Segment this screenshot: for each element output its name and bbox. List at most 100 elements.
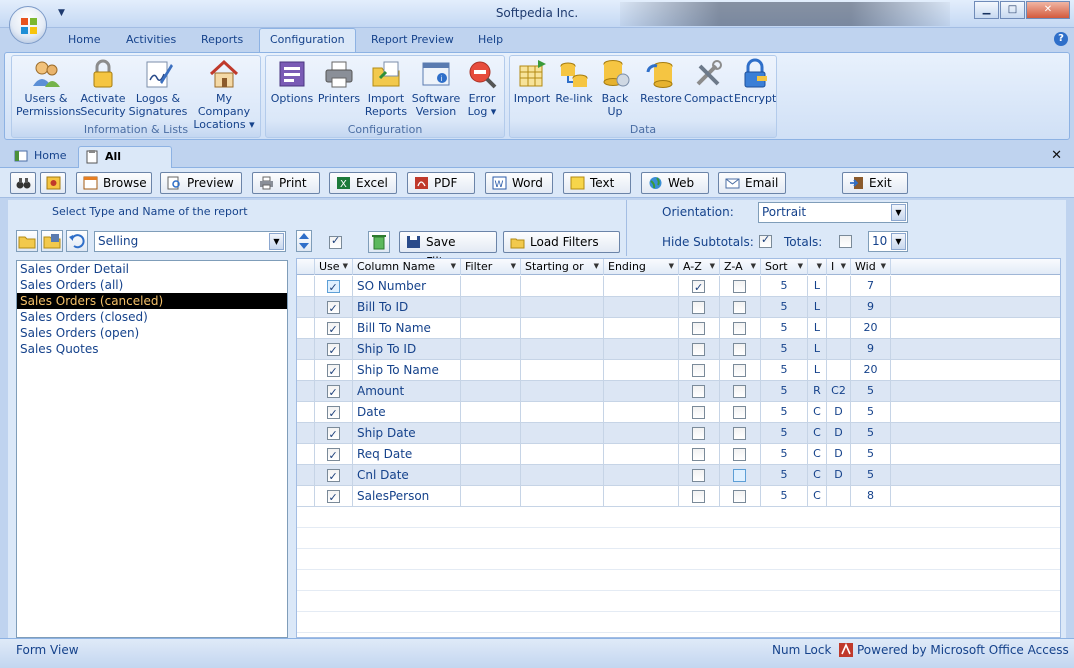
use-checkbox[interactable] bbox=[326, 488, 340, 506]
header-ending[interactable]: Ending ▼ bbox=[604, 259, 679, 275]
starting-cell[interactable] bbox=[521, 444, 604, 464]
header-align[interactable]: ▼ bbox=[808, 259, 827, 275]
clear-filters-button[interactable] bbox=[368, 231, 390, 253]
use-checkbox[interactable] bbox=[326, 467, 340, 485]
starting-cell[interactable] bbox=[521, 360, 604, 380]
use-cell[interactable] bbox=[315, 339, 353, 359]
starting-cell[interactable] bbox=[521, 423, 604, 443]
edit-folder-button[interactable] bbox=[41, 230, 63, 252]
za-cell[interactable] bbox=[720, 423, 761, 443]
za-cell[interactable] bbox=[720, 276, 761, 296]
find-button[interactable] bbox=[10, 172, 36, 194]
save-filters-button[interactable]: Save Filters bbox=[399, 231, 497, 269]
filter-cell[interactable] bbox=[461, 339, 521, 359]
ending-cell[interactable] bbox=[604, 486, 679, 506]
use-checkbox[interactable] bbox=[326, 425, 340, 443]
use-cell[interactable] bbox=[315, 360, 353, 380]
width-cell[interactable]: 5 bbox=[851, 444, 891, 464]
header-filter[interactable]: Filter ▼ bbox=[461, 259, 521, 275]
tab-help[interactable]: Help bbox=[478, 32, 503, 52]
format-cell[interactable] bbox=[827, 318, 851, 338]
align-cell[interactable]: C bbox=[808, 402, 827, 422]
tab-reports[interactable]: Reports bbox=[201, 32, 243, 52]
load-filters-button[interactable]: Load Filters bbox=[503, 231, 620, 253]
column-name-cell[interactable]: Cnl Date bbox=[353, 465, 461, 485]
activate-security-button[interactable]: Activate Security bbox=[78, 58, 128, 118]
table-row[interactable]: Bill To ID 5L 9 bbox=[297, 297, 1060, 318]
az-cell[interactable] bbox=[679, 318, 720, 338]
az-checkbox[interactable] bbox=[692, 385, 705, 398]
table-row[interactable]: SO Number 5L 7 bbox=[297, 276, 1060, 297]
sort-cell[interactable]: 5 bbox=[761, 297, 808, 317]
sort-cell[interactable]: 5 bbox=[761, 318, 808, 338]
tab-activities[interactable]: Activities bbox=[126, 32, 176, 52]
tab-report-preview[interactable]: Report Preview bbox=[371, 32, 454, 52]
close-document-icon[interactable]: ✕ bbox=[1051, 148, 1062, 163]
za-checkbox[interactable] bbox=[733, 343, 746, 356]
header-width[interactable]: Wid ▼ bbox=[851, 259, 891, 275]
doc-tab-all-reports[interactable]: All Reports bbox=[78, 146, 172, 183]
row-selector[interactable] bbox=[297, 339, 315, 359]
width-cell[interactable]: 20 bbox=[851, 318, 891, 338]
width-cell[interactable]: 5 bbox=[851, 465, 891, 485]
list-item[interactable]: Sales Order Detail bbox=[17, 261, 287, 277]
use-checkbox[interactable] bbox=[326, 320, 340, 338]
width-cell[interactable]: 20 bbox=[851, 360, 891, 380]
minimize-button[interactable]: ▁ bbox=[974, 1, 999, 19]
az-cell[interactable] bbox=[679, 297, 720, 317]
email-button[interactable]: Email bbox=[718, 172, 786, 194]
header-az[interactable]: A-Z ▼ bbox=[679, 259, 720, 275]
header-format[interactable]: I ▼ bbox=[827, 259, 851, 275]
list-item[interactable]: Sales Quotes bbox=[17, 341, 287, 357]
table-row[interactable]: Cnl Date5CD5 bbox=[297, 465, 1060, 486]
row-selector[interactable] bbox=[297, 297, 315, 317]
doc-tab-home[interactable]: Home bbox=[8, 146, 76, 168]
totals-checkbox[interactable] bbox=[839, 235, 852, 248]
align-cell[interactable]: C bbox=[808, 444, 827, 464]
format-cell[interactable]: D bbox=[827, 444, 851, 464]
web-button[interactable]: Web bbox=[641, 172, 709, 194]
row-selector[interactable] bbox=[297, 465, 315, 485]
column-name-cell[interactable]: Amount bbox=[353, 381, 461, 401]
use-checkbox[interactable] bbox=[326, 299, 340, 317]
align-cell[interactable]: L bbox=[808, 318, 827, 338]
column-name-cell[interactable]: SO Number bbox=[353, 276, 461, 296]
table-row[interactable]: Amount5RC25 bbox=[297, 381, 1060, 402]
users-permissions-button[interactable]: Users & Permissions bbox=[16, 58, 81, 118]
tab-home[interactable]: Home bbox=[68, 32, 100, 52]
ending-cell[interactable] bbox=[604, 297, 679, 317]
width-cell[interactable]: 9 bbox=[851, 339, 891, 359]
format-cell[interactable] bbox=[827, 339, 851, 359]
print-button[interactable]: Print bbox=[252, 172, 320, 194]
office-button[interactable] bbox=[9, 6, 47, 44]
filter-cell[interactable] bbox=[461, 318, 521, 338]
use-checkbox[interactable] bbox=[326, 383, 340, 401]
row-selector[interactable] bbox=[297, 276, 315, 296]
use-checkbox[interactable] bbox=[326, 278, 340, 296]
az-checkbox[interactable] bbox=[692, 469, 705, 482]
row-selector[interactable] bbox=[297, 423, 315, 443]
ending-cell[interactable] bbox=[604, 444, 679, 464]
za-cell[interactable] bbox=[720, 402, 761, 422]
filter-cell[interactable] bbox=[461, 276, 521, 296]
use-checkbox[interactable] bbox=[326, 362, 340, 380]
format-cell[interactable] bbox=[827, 297, 851, 317]
align-cell[interactable]: C bbox=[808, 465, 827, 485]
filter-cell[interactable] bbox=[461, 423, 521, 443]
format-cell[interactable]: D bbox=[827, 423, 851, 443]
table-row[interactable]: Date5CD5 bbox=[297, 402, 1060, 423]
header-starting[interactable]: Starting or ▼ bbox=[521, 259, 604, 275]
sort-cell[interactable]: 5 bbox=[761, 381, 808, 401]
import-reports-button[interactable]: Import Reports bbox=[364, 58, 408, 118]
za-cell[interactable] bbox=[720, 465, 761, 485]
table-row[interactable]: Ship Date5CD5 bbox=[297, 423, 1060, 444]
starting-cell[interactable] bbox=[521, 486, 604, 506]
exit-button[interactable]: Exit bbox=[842, 172, 908, 194]
use-cell[interactable] bbox=[315, 276, 353, 296]
use-cell[interactable] bbox=[315, 465, 353, 485]
za-cell[interactable] bbox=[720, 339, 761, 359]
header-sort[interactable]: Sort ▼ bbox=[761, 259, 808, 275]
starting-cell[interactable] bbox=[521, 276, 604, 296]
row-selector[interactable] bbox=[297, 444, 315, 464]
row-selector[interactable] bbox=[297, 381, 315, 401]
